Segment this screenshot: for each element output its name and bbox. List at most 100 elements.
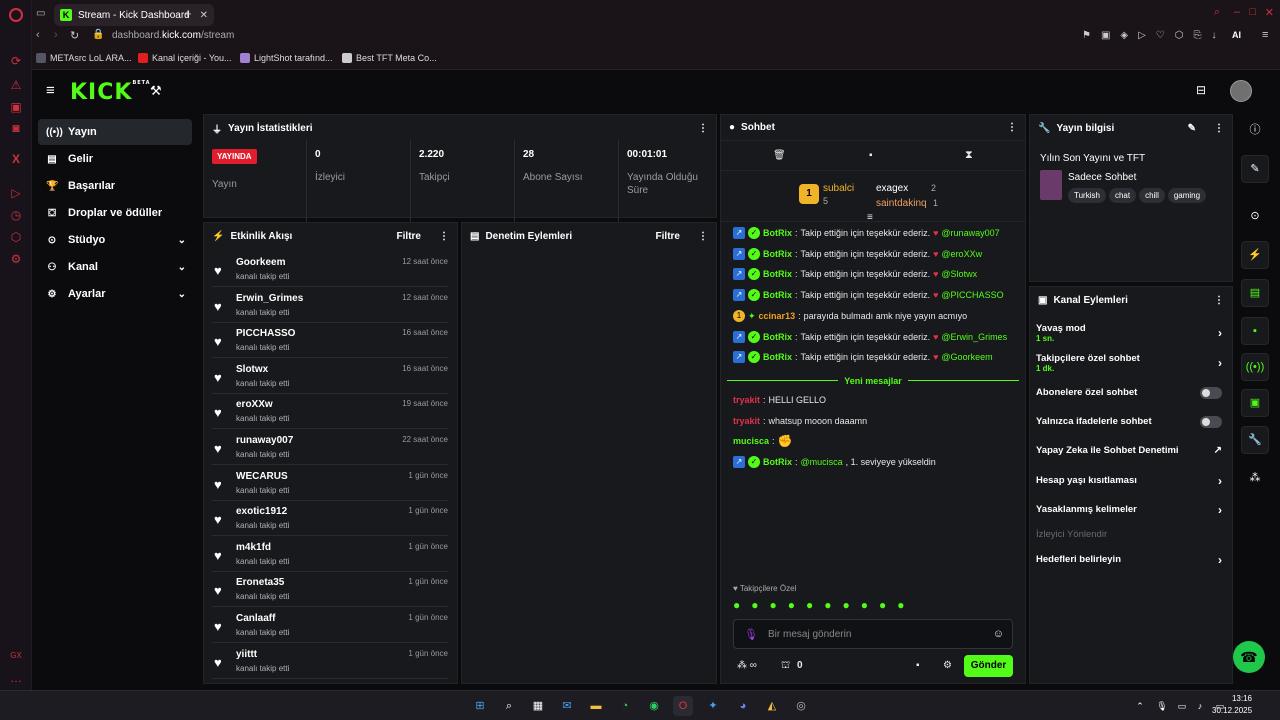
close-tab-icon[interactable]: ✕ xyxy=(200,10,208,21)
tag[interactable]: chill xyxy=(1139,188,1165,203)
nav-item-gelir[interactable]: ▤ Gelir xyxy=(38,146,192,172)
minimize-icon[interactable]: – xyxy=(1234,6,1240,18)
chat-username[interactable]: BotRix xyxy=(763,351,792,363)
opera-icon[interactable]: O xyxy=(673,696,693,716)
document-icon[interactable]: ▤ xyxy=(1241,279,1269,307)
list-item[interactable]: ♥ Goorkeem kanalı takip etti 12 saat önce xyxy=(212,253,448,287)
toolbar-icons[interactable]: ⚑▣◈▷♡⬡⎘↓ xyxy=(1082,30,1227,41)
chat-message[interactable]: ↗ ✓ BotRix: Takip ettiğin için teşekkür ede… xyxy=(733,268,1023,281)
infinity-icon[interactable]: ⁂ ∞ xyxy=(737,660,757,671)
mail-icon[interactable]: ✉ xyxy=(557,696,577,716)
channel-action-item[interactable]: Yapay Zeka ile Sohbet Denetimi ↗ xyxy=(1036,445,1222,456)
follower-name[interactable]: eroXXw xyxy=(236,399,273,410)
channel-action-item[interactable]: Abonelere özel sohbet xyxy=(1036,387,1222,399)
gear-icon[interactable]: ⚙ xyxy=(943,660,952,671)
chat-mention[interactable]: @mucisca xyxy=(801,456,843,468)
tag[interactable]: gaming xyxy=(1167,188,1207,203)
emoji-icon[interactable]: ☺ xyxy=(993,628,1004,640)
follower-name[interactable]: Canlaaff xyxy=(236,613,275,624)
chat-message[interactable]: mucisca: ✊ xyxy=(733,435,1023,447)
close-window-icon[interactable]: ✕ xyxy=(1265,6,1274,19)
hamburger-menu-icon[interactable]: ≡ xyxy=(46,82,55,99)
chat-username[interactable]: mucisca xyxy=(733,435,769,447)
settings-icon[interactable]: ⚙ xyxy=(8,251,24,267)
nav-item-basarilar[interactable]: 🏆 Başarılar xyxy=(38,173,192,199)
list-item[interactable]: ♥ Eroneta35 kanalı takip etti 1 gün önce xyxy=(212,573,448,608)
chat-mention[interactable]: @Slotwx xyxy=(941,268,977,280)
history-icon[interactable]: ◷ xyxy=(8,207,24,223)
cube-icon[interactable]: ⬡ xyxy=(8,229,24,245)
category-thumbnail[interactable] xyxy=(1040,170,1062,200)
lightning-icon[interactable]: ⚡ xyxy=(1241,241,1269,269)
info-icon[interactable]: ⓘ xyxy=(1241,117,1269,145)
expand-icon[interactable]: ≡ xyxy=(867,212,873,223)
microphone-icon[interactable]: 🎙 xyxy=(1152,696,1172,716)
more-options-icon[interactable]: ⋮ xyxy=(1007,122,1017,133)
channel-action-item[interactable]: Yavaş mod 1 sn. › xyxy=(1036,323,1222,343)
maximize-icon[interactable]: □ xyxy=(1249,6,1256,18)
search-icon[interactable]: ⌕ xyxy=(499,696,519,716)
chat-message[interactable]: ↗ ✓ BotRix: Takip ettiğin için teşekkür ede… xyxy=(733,289,1023,302)
chat-username[interactable]: ccinar13 xyxy=(759,310,796,322)
follower-name[interactable]: Eroneta35 xyxy=(236,577,284,588)
more-options-icon[interactable]: ⋮ xyxy=(698,123,708,134)
chat-message[interactable]: ↗ ✓ BotRix: Takip ettiğin için teşekkür ede… xyxy=(733,227,1023,239)
stream-info-icon[interactable]: ▣ xyxy=(1241,389,1269,417)
chat-message[interactable]: tryakit: HELLI GELLO xyxy=(733,394,1023,406)
tag[interactable]: chat xyxy=(1108,188,1137,203)
nav-item-studyo[interactable]: ⊙ Stüdyo ⌄ xyxy=(38,227,192,253)
more-options-icon[interactable]: ⋮ xyxy=(698,231,708,242)
channel-action-item[interactable]: Hedefleri belirleyin › xyxy=(1036,553,1222,567)
toggle-switch[interactable] xyxy=(1200,416,1222,428)
app-icon[interactable]: ▦ xyxy=(528,696,548,716)
chat-username[interactable]: BotRix xyxy=(763,456,792,468)
chat-message[interactable]: ↗ ✓ BotRix: Takip ettiğin için teşekkür ede… xyxy=(733,351,1023,364)
chat-mention[interactable]: @runaway007 xyxy=(941,227,999,239)
gx-icon[interactable]: GX xyxy=(8,648,24,664)
chat-mention[interactable]: @Erwin_Grimes xyxy=(941,331,1007,343)
tab-menu-icon[interactable]: ▭ xyxy=(36,8,45,19)
chat-username[interactable]: tryakit xyxy=(733,394,760,406)
send-button[interactable]: Gönder xyxy=(964,655,1013,677)
leaderboard-name[interactable]: exagex xyxy=(876,183,908,194)
chat-message[interactable]: tryakit: whatsup mooon daaamn xyxy=(733,415,1023,427)
follower-name[interactable]: Slotwx xyxy=(236,364,268,375)
instagram-icon[interactable]: ◙ xyxy=(8,120,24,136)
nav-item-ayarlar[interactable]: ⚙ Ayarlar ⌄ xyxy=(38,281,192,307)
more-options-icon[interactable]: ⋮ xyxy=(1214,295,1224,306)
theater-mode-icon[interactable]: ⊟ xyxy=(1196,83,1206,97)
new-tab-icon[interactable]: + xyxy=(184,6,192,21)
filter-button[interactable]: Filtre xyxy=(656,231,680,242)
trash-icon[interactable]: 🗑 xyxy=(773,150,786,161)
chat-input[interactable]: 🎙 Bir mesaj gönderin ☺ xyxy=(733,619,1013,649)
bookmark-item[interactable]: Kanal içeriği - You... xyxy=(138,53,232,63)
avatar[interactable] xyxy=(1230,80,1252,102)
app-icon[interactable]: ✦ xyxy=(703,696,723,716)
follower-name[interactable]: yiittt xyxy=(236,649,257,660)
chat-username[interactable]: tryakit xyxy=(733,415,760,427)
bookmark-item[interactable]: METAsrc LoL ARA... xyxy=(36,53,132,63)
forward-icon[interactable]: › xyxy=(54,29,58,41)
nav-item-yayin[interactable]: ((•)) Yayın xyxy=(38,119,192,145)
follower-name[interactable]: exotic1912 xyxy=(236,506,287,517)
list-item[interactable]: ♥ runaway007 kanalı takip etti 22 saat önce xyxy=(212,431,448,465)
channel-action-item[interactable]: Yalnızca ifadelerle sohbet xyxy=(1036,416,1222,428)
camera-icon[interactable]: ⊙ xyxy=(1241,203,1269,231)
more-options-icon[interactable]: ⋮ xyxy=(439,231,449,242)
bookmark-item[interactable]: LightShot tarafınd... xyxy=(240,53,333,63)
chat-username[interactable]: BotRix xyxy=(763,227,792,239)
bookmark-item[interactable]: Best TFT Meta Co... xyxy=(342,53,437,63)
message-icon[interactable]: ▪ xyxy=(869,150,873,161)
chat-username[interactable]: BotRix xyxy=(763,248,792,260)
follower-name[interactable]: m4k1fd xyxy=(236,542,271,553)
alert-icon[interactable]: ⚠ xyxy=(8,77,24,93)
list-item[interactable]: ♥ m4k1fd kanalı takip etti 1 gün önce xyxy=(212,538,448,572)
help-button[interactable]: ☎ xyxy=(1233,641,1265,673)
chat-mention[interactable]: @Goorkeem xyxy=(941,351,992,363)
more-options-icon[interactable]: ⋮ xyxy=(1214,123,1224,134)
category-name[interactable]: Sadece Sohbet xyxy=(1068,172,1136,183)
edit-icon[interactable]: ✎ xyxy=(1241,155,1269,183)
follower-name[interactable]: Goorkeem xyxy=(236,257,285,268)
follower-name[interactable]: WECARUS xyxy=(236,471,288,482)
chat-username[interactable]: BotRix xyxy=(763,289,792,301)
